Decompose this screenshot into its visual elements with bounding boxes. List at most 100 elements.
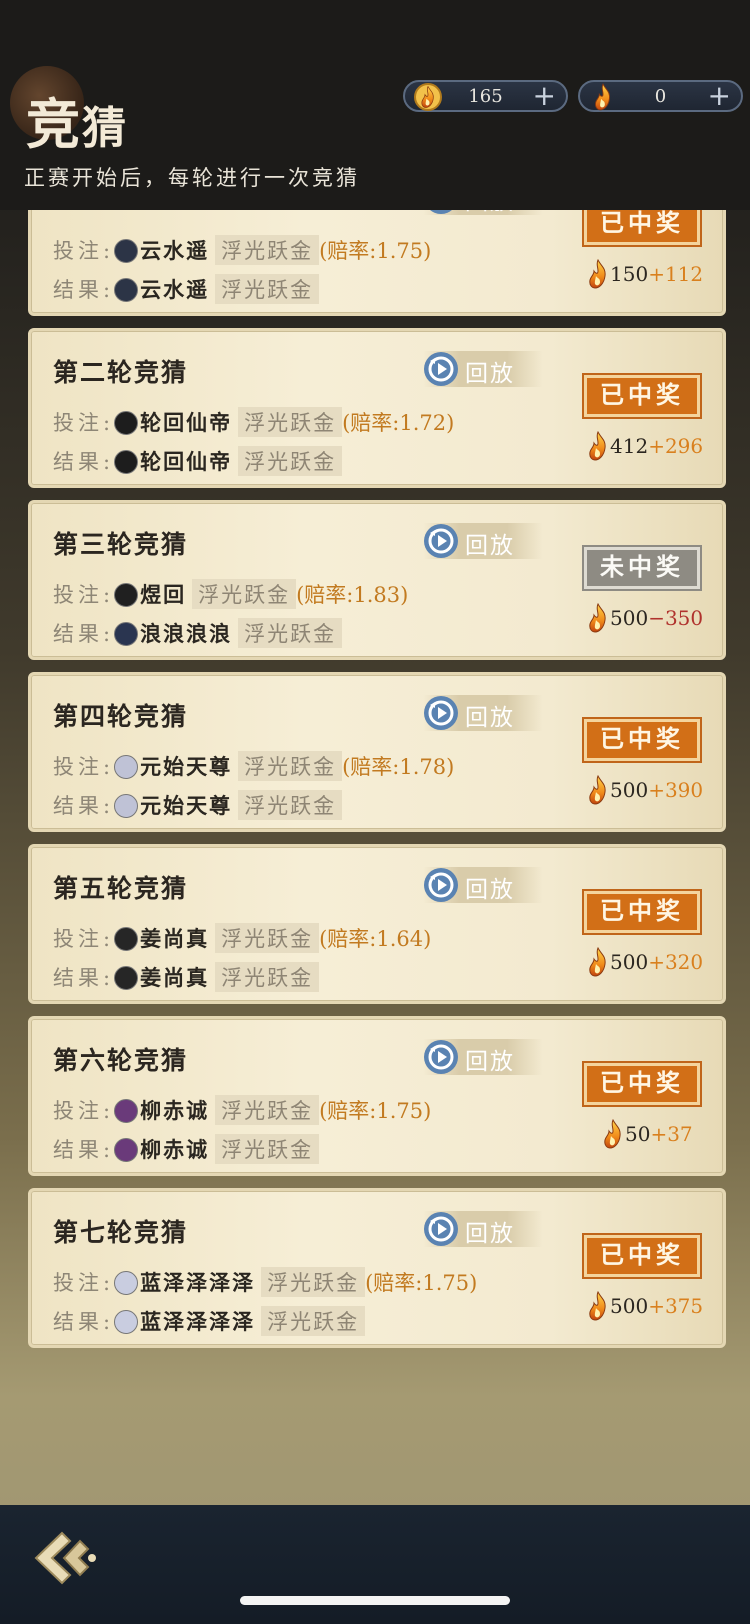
currency-1-add-button[interactable]: + xyxy=(533,79,556,112)
payout-delta: +375 xyxy=(648,1294,704,1318)
payout: 500−350 xyxy=(586,603,716,637)
flame-coin-icon xyxy=(589,431,606,461)
bet-label: 投注: xyxy=(53,927,115,951)
result-label: 结果: xyxy=(53,794,115,818)
odds: (赔率:1.83) xyxy=(296,582,408,607)
replay-button[interactable]: 回放 xyxy=(423,210,543,215)
odds-suffix: ) xyxy=(446,411,455,435)
won-badge: 已中奖 xyxy=(584,210,700,245)
replay-label: 回放 xyxy=(465,1049,515,1075)
result-label: 结果: xyxy=(53,622,115,646)
odds: (赔率:1.64) xyxy=(319,926,431,951)
bet-row: 投注: 姜尚真 浮光跃金 (赔率:1.64) xyxy=(53,923,431,953)
stake-amount: 500 xyxy=(610,778,649,802)
result-player-name: 柳赤诚 xyxy=(140,1137,210,1162)
replay-button[interactable]: 回放 xyxy=(423,1039,543,1075)
replay-icon xyxy=(430,210,452,214)
payout-delta: +296 xyxy=(648,434,704,458)
currency-1-value: 165 xyxy=(468,86,503,107)
odds-prefix: (赔率 xyxy=(365,1271,416,1295)
currency-2-bar: 0 + xyxy=(578,79,743,112)
flame-coin-icon xyxy=(589,775,606,805)
odds-prefix: (赔率 xyxy=(296,583,347,607)
bet-player-name: 姜尚真 xyxy=(140,926,210,951)
replay-button[interactable]: 回放 xyxy=(423,523,543,559)
guess-round-card: 第三轮竞猜 回放 投注: 煜回 浮光跃金 (赔率:1.83) 结果: 浪浪浪浪 浮光跃金 … xyxy=(28,500,726,660)
odds-suffix: ) xyxy=(469,1271,478,1295)
replay-label: 回放 xyxy=(465,210,515,216)
avatar xyxy=(114,755,139,779)
odds-value: :1.75 xyxy=(415,1271,470,1295)
odds-value: :1.75 xyxy=(369,1099,424,1123)
replay-button[interactable]: 回放 xyxy=(423,1211,543,1247)
result-horse-name: 浮光跃金 xyxy=(215,274,320,304)
odds-suffix: ) xyxy=(423,1099,432,1123)
result-horse-name: 浮光跃金 xyxy=(261,1306,366,1336)
result-label: 结果: xyxy=(53,450,115,474)
won-badge: 已中奖 xyxy=(584,1235,700,1277)
avatar xyxy=(114,450,139,474)
odds-prefix: (赔率 xyxy=(319,1099,370,1123)
bet-horse-name: 浮光跃金 xyxy=(215,235,320,265)
result-row: 结果: 柳赤诚 浮光跃金 xyxy=(53,1134,320,1164)
odds-suffix: ) xyxy=(423,239,432,263)
bet-player-name: 煜回 xyxy=(140,582,187,607)
bet-label: 投注: xyxy=(53,755,115,779)
replay-button[interactable]: 回放 xyxy=(423,867,543,903)
odds-prefix: (赔率 xyxy=(342,755,393,779)
payout-delta: +37 xyxy=(650,1122,693,1146)
result-horse-name: 浮光跃金 xyxy=(238,790,343,820)
avatar xyxy=(114,1271,139,1295)
guess-history-list[interactable]: 回放 投注:云水遥浮光跃金(赔率:1.75) 结果:云水遥浮光跃金 已中奖 15… xyxy=(0,210,750,1380)
stake-amount: 150 xyxy=(610,262,649,286)
bet-row: 投注: 元始天尊 浮光跃金 (赔率:1.78) xyxy=(53,751,454,781)
result-label: 结果: xyxy=(53,1310,115,1334)
flame-coin-icon xyxy=(589,259,606,289)
replay-button[interactable]: 回放 xyxy=(423,351,543,387)
currency-2-add-button[interactable]: + xyxy=(708,79,731,112)
result-row: 结果: 姜尚真 浮光跃金 xyxy=(53,962,320,992)
result-player-name: 姜尚真 xyxy=(140,965,210,990)
payout-delta: +320 xyxy=(648,950,704,974)
result-row: 结果: 蓝泽泽泽泽 浮光跃金 xyxy=(53,1306,366,1336)
currency-2-value: 0 xyxy=(654,86,667,107)
bet-horse-name: 浮光跃金 xyxy=(192,579,297,609)
result-label: 结果: xyxy=(53,966,115,990)
odds-suffix: ) xyxy=(423,927,432,951)
guess-round-card: 回放 投注:云水遥浮光跃金(赔率:1.75) 结果:云水遥浮光跃金 已中奖 15… xyxy=(28,210,726,316)
odds-value: :1.78 xyxy=(392,755,447,779)
result-horse-name: 浮光跃金 xyxy=(238,446,343,476)
currency-1-bar: 165 + xyxy=(403,79,568,112)
back-arrow-icon[interactable] xyxy=(28,1527,100,1589)
flame-coin-icon xyxy=(589,1291,606,1321)
avatar xyxy=(114,622,139,646)
avatar xyxy=(114,1099,139,1123)
page-subtitle: 正赛开始后，每轮进行一次竞猜 xyxy=(24,166,360,190)
bet-row: 投注: 煜回 浮光跃金 (赔率:1.83) xyxy=(53,579,408,609)
replay-label: 回放 xyxy=(465,1221,515,1247)
odds-suffix: ) xyxy=(446,755,455,779)
bet-horse-name: 浮光跃金 xyxy=(215,1095,320,1125)
stake-amount: 412 xyxy=(610,434,649,458)
page-title-main: 竞 xyxy=(26,92,82,156)
odds-prefix: (赔率 xyxy=(319,927,370,951)
stake-amount: 500 xyxy=(610,950,649,974)
result-player-name: 蓝泽泽泽泽 xyxy=(140,1309,256,1334)
result-horse-name: 浮光跃金 xyxy=(238,618,343,648)
bet-player-name: 蓝泽泽泽泽 xyxy=(140,1270,256,1295)
result-player-name: 轮回仙帝 xyxy=(140,449,233,474)
payout: 412+296 xyxy=(586,431,716,465)
bet-row: 投注: 蓝泽泽泽泽 浮光跃金 (赔率:1.75) xyxy=(53,1267,477,1297)
guess-round-card: 第五轮竞猜 回放 投注: 姜尚真 浮光跃金 (赔率:1.64) 结果: 姜尚真 浮光跃金 … xyxy=(28,844,726,1004)
flame-coin-icon xyxy=(589,947,606,977)
bet-player-name: 元始天尊 xyxy=(140,754,233,779)
bet-player-name: 云水遥 xyxy=(140,238,210,263)
round-title: 第三轮竞猜 xyxy=(53,530,189,559)
round-title: 第六轮竞猜 xyxy=(53,1046,189,1075)
replay-button[interactable]: 回放 xyxy=(423,695,543,731)
replay-label: 回放 xyxy=(465,705,515,731)
odds-value: :1.72 xyxy=(392,411,447,435)
result-player-name: 浪浪浪浪 xyxy=(140,621,233,646)
result-player-name: 云水遥 xyxy=(140,277,210,302)
odds-prefix: (赔率 xyxy=(342,411,393,435)
